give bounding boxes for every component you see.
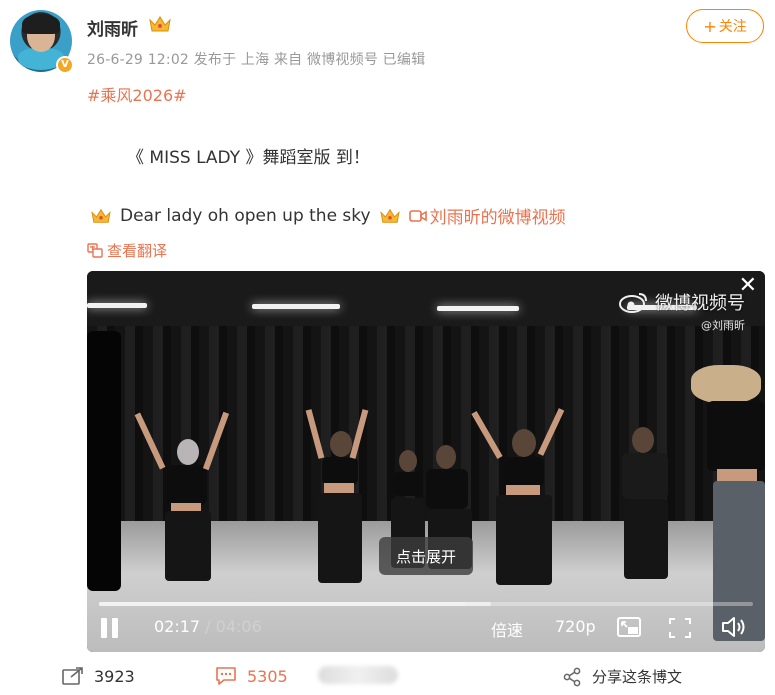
post-text-line2: Dear lady oh open up the sky 刘雨昕的微博视频: [90, 203, 566, 228]
crown-icon: [149, 16, 171, 32]
author-name[interactable]: 刘雨昕: [87, 15, 138, 40]
video-link-label: 刘雨昕的微博视频: [429, 208, 566, 228]
follow-button-label: 关注: [718, 19, 747, 35]
total-time: 04:06: [215, 617, 262, 636]
like-button[interactable]: [318, 666, 398, 684]
post-meta: 26-6-29 12:02 发布于 上海 来自 微博视频号 已编辑: [87, 52, 426, 68]
speed-button[interactable]: 倍速: [491, 617, 523, 641]
video-link[interactable]: 刘雨昕的微博视频: [408, 203, 566, 228]
quality-button[interactable]: 720p: [555, 617, 596, 636]
translate-label: 查看翻译: [107, 242, 168, 260]
share-icon: [563, 667, 581, 686]
expand-button[interactable]: 点击展开: [379, 537, 473, 575]
picture-in-picture-icon[interactable]: [617, 617, 641, 637]
post-text-line1: 《 MISS LADY 》舞蹈室版 到！: [127, 148, 370, 168]
volume-icon[interactable]: [721, 616, 747, 638]
repost-count: 3923: [94, 666, 135, 686]
comment-count: 5305: [247, 666, 288, 686]
watermark-sub: @刘雨昕: [701, 319, 745, 332]
crown-emoji-icon: [91, 208, 111, 223]
repost-button[interactable]: 3923: [62, 666, 135, 686]
watermark-text: 微博视频号: [655, 293, 745, 314]
translate-icon: [87, 243, 103, 258]
verified-badge-icon: V: [56, 56, 74, 74]
video-camera-icon: [408, 209, 427, 222]
share-label: 分享这条博文: [592, 668, 683, 686]
crown-emoji-icon: [379, 208, 400, 223]
comment-button[interactable]: 5305: [215, 666, 288, 686]
time-separator: /: [200, 617, 216, 636]
topic-link[interactable]: #乘风2026#: [87, 82, 187, 106]
avatar-hair: [22, 14, 60, 34]
follow-button[interactable]: + 关注: [686, 9, 764, 43]
repost-icon: [62, 667, 83, 685]
like-count-blurred: [318, 666, 398, 684]
share-button[interactable]: 分享这条博文: [562, 666, 682, 687]
comment-icon: [216, 667, 236, 685]
video-player[interactable]: ✕ 微博视频号 @刘雨昕 点击展开 02:17 / 04:06 倍速 720p: [87, 271, 765, 652]
ceiling-light: [252, 304, 340, 309]
progress-played: [99, 602, 466, 606]
watermark: 微博视频号: [619, 289, 745, 315]
ceiling-light: [87, 303, 147, 308]
current-time: 02:17: [154, 617, 201, 636]
time-display: 02:17 / 04:06: [154, 617, 262, 636]
weibo-logo-icon: [619, 293, 647, 313]
ceiling-light: [437, 306, 519, 311]
translate-link[interactable]: 查看翻译: [87, 240, 167, 261]
plus-icon: +: [703, 16, 717, 36]
progress-bar[interactable]: [99, 602, 753, 606]
fullscreen-icon[interactable]: [669, 618, 691, 638]
post-text-english: Dear lady oh open up the sky: [120, 205, 371, 226]
pause-button[interactable]: [101, 618, 121, 638]
